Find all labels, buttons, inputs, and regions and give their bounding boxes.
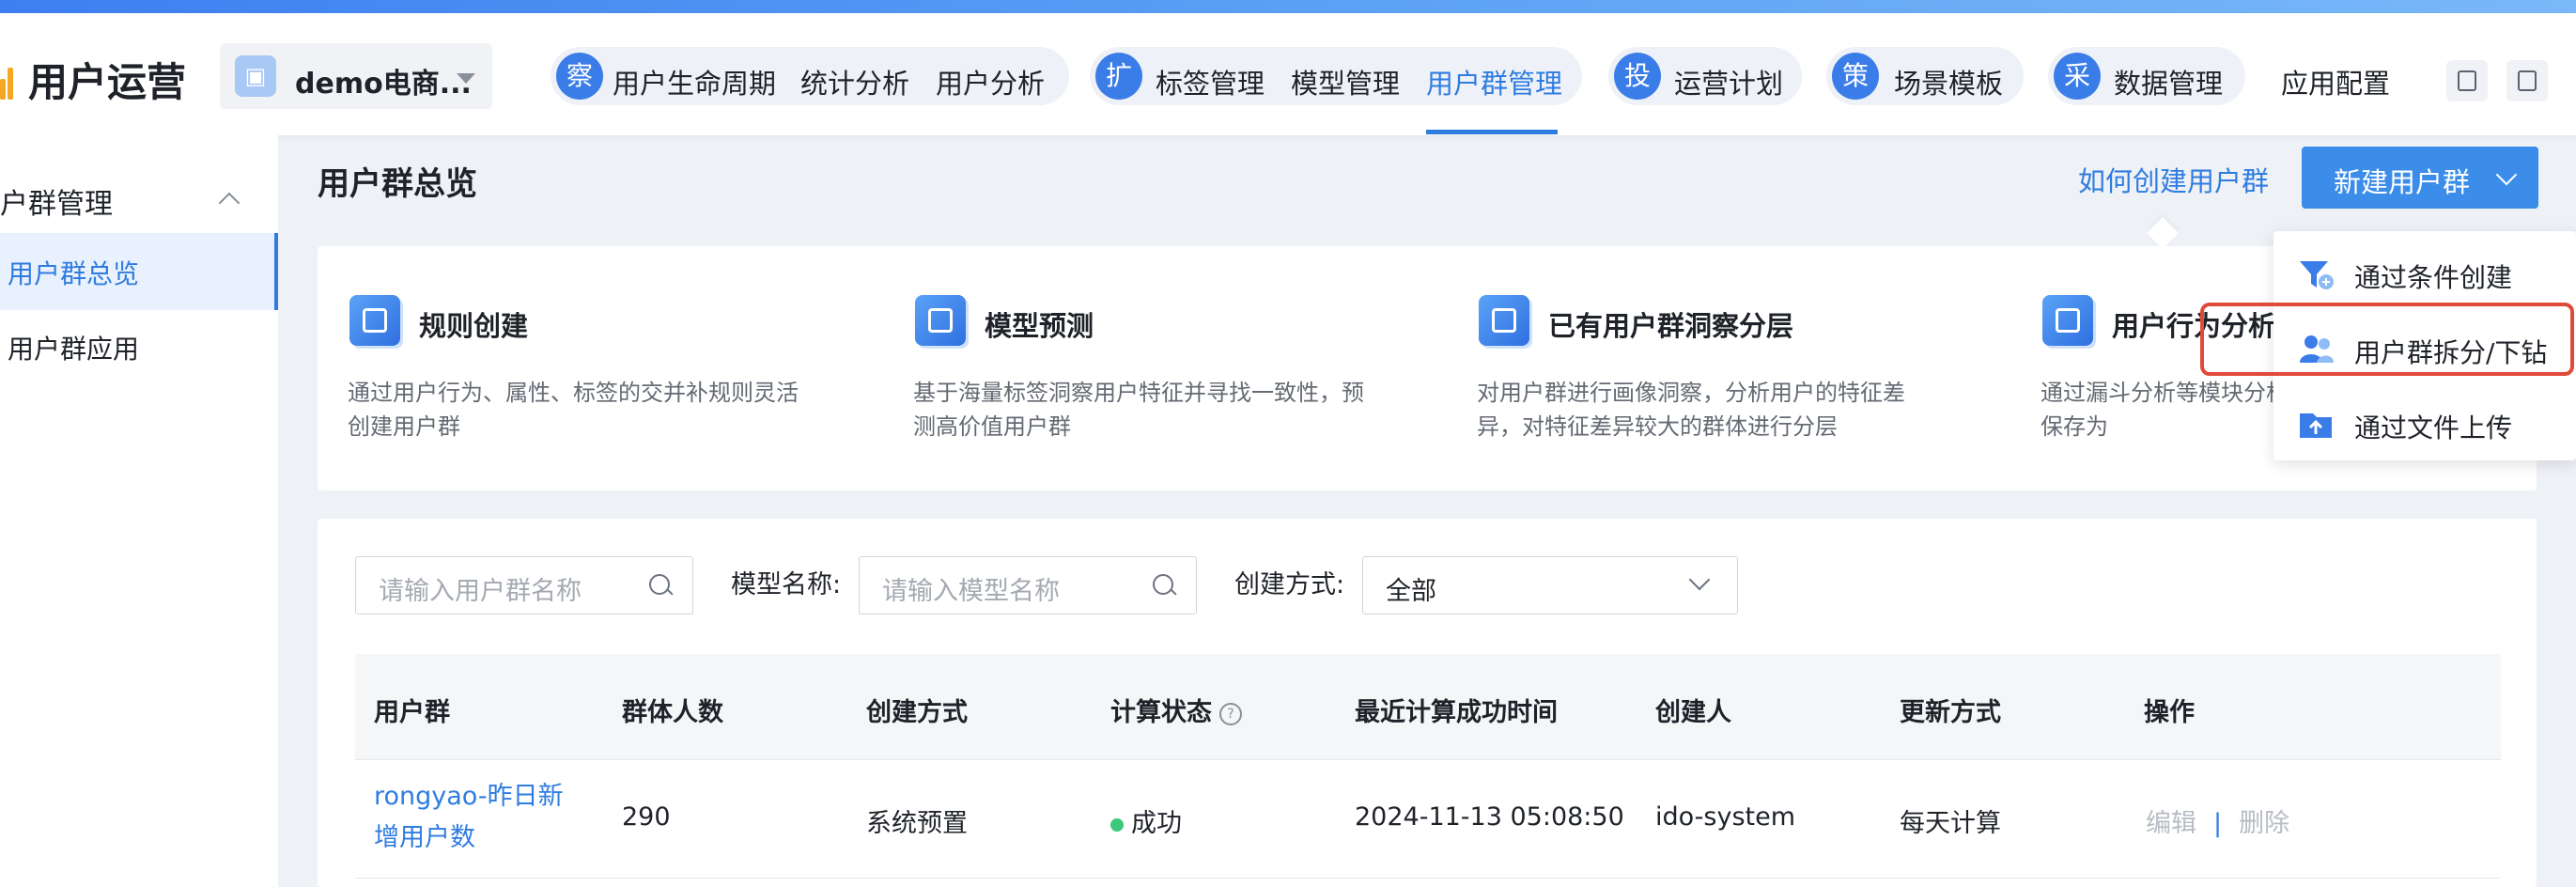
project-cube-icon: ▣ [235,55,276,97]
caret-down-icon [457,73,475,84]
rule-list-icon [349,295,400,346]
delete-button[interactable]: 删除 [2239,809,2289,838]
create-method-value: 全部 [1386,577,1436,606]
card-title: 模型预测 [985,310,1094,342]
project-selector[interactable]: ▣ demo电商... [220,43,492,109]
new-user-group-button[interactable]: 新建用户群 [2302,147,2538,209]
nav-link-models[interactable]: 模型管理 [1291,62,1400,101]
nav-group-observe: 察 用户生命周期 统计分析 用户分析 [551,47,1069,105]
card-desc: 对用户群进行画像洞察，分析用户的特征差异，对特征差异较大的群体进行分层 [1477,380,1905,440]
search-icon[interactable] [649,574,670,595]
project-name: demo电商... [295,68,472,101]
nav-link-lifecycle[interactable]: 用户生命周期 [613,62,776,101]
edit-button[interactable]: 编辑 [2146,809,2196,838]
nav-badge-expand: 扩 [1095,53,1142,100]
action-separator: | [2213,809,2223,838]
card-title: 规则创建 [419,310,529,342]
col-header-actions: 操作 [2144,698,2195,727]
top-accent-bar [0,0,2576,13]
nav-link-tags[interactable]: 标签管理 [1156,62,1265,101]
nav-group-expand: 扩 标签管理 模型管理 用户群管理 [1090,47,1582,105]
cell-last-success: 2024-11-13 05:08:50 [1355,802,1624,832]
model-search-placeholder: 请输入模型名称 [882,577,1060,606]
model-name-label: 模型名称: [731,570,842,599]
how-to-create-link[interactable]: 如何创建用户群 [2078,160,2269,199]
col-header-count: 群体人数 [622,698,723,727]
sidebar-item-overview[interactable]: 用户群总览 [8,254,139,291]
card-title: 已有用户群洞察分层 [1548,310,1794,342]
nav-link-ops-plan[interactable]: 运营计划 [1674,62,1783,101]
col-header-status-label: 计算状态 [1110,698,1212,727]
search-icon[interactable] [1153,574,1173,595]
sidebar-group-label[interactable]: 户群管理 [0,180,113,222]
nav-link-app-config[interactable]: 应用配置 [2281,62,2390,101]
highlight-annotation-box [2200,303,2574,376]
nav-link-user-analysis[interactable]: 用户分析 [936,62,1045,101]
create-method-label: 创建方式: [1234,570,1345,599]
table-header: 用户群 群体人数 创建方式 计算状态? 最近计算成功时间 创建人 更新方式 操作 [355,654,2501,760]
cell-update: 每天计算 [1900,809,2001,838]
status-success-dot [1110,817,1124,832]
create-method-select[interactable]: 全部 [1362,556,1738,615]
new-user-group-label: 新建用户群 [2334,166,2471,198]
group-search-placeholder: 请输入用户群名称 [379,577,582,606]
table-row: rongyao-昨日新增用户数 290 系统预置 成功 2024-11-13 0… [355,759,2501,879]
switch-app-icon[interactable] [2506,60,2548,101]
page-title: 用户群总览 [318,165,477,203]
nav-link-user-groups[interactable]: 用户群管理 [1426,62,1562,101]
sidebar: 户群管理 用户群总览 用户群应用 [0,135,278,887]
menu-item-label: 通过文件上传 [2354,412,2513,444]
card-desc: 通过用户行为、属性、标签的交并补规则灵活创建用户群 [348,380,799,440]
nav-group-collect: 采 数据管理 [2048,47,2245,105]
nav-link-statistics[interactable]: 统计分析 [800,62,909,101]
nav-badge-collect: 采 [2054,53,2101,100]
cell-creator: ido-system [1655,802,1796,832]
col-header-last-success: 最近计算成功时间 [1355,698,1558,727]
card-desc: 基于海量标签洞察用户特征并寻找一致性，预测高价值用户群 [913,380,1364,440]
group-name-link[interactable]: rongyao-昨日新增用户数 [374,776,581,859]
behavior-analysis-icon [2042,295,2093,346]
nav-link-data-management[interactable]: 数据管理 [2114,62,2223,101]
cell-status: 成功 [1110,802,1182,839]
nav-badge-strategy: 策 [1832,53,1879,100]
nav-link-scene-templates[interactable]: 场景模板 [1894,62,2003,101]
chevron-up-icon[interactable] [218,192,241,214]
menu-item-file-upload[interactable]: 通过文件上传 [2273,389,2576,464]
menu-item-label: 通过条件创建 [2354,262,2513,293]
chevron-down-icon [1688,568,1711,591]
folder-upload-icon [2300,413,2332,438]
document-icon[interactable] [2446,60,2488,101]
status-text: 成功 [1131,809,1182,838]
col-header-method: 创建方式 [866,698,968,727]
sidebar-item-application[interactable]: 用户群应用 [8,329,139,366]
nav-badge-observe: 察 [556,53,603,100]
nav-badge-deliver: 投 [1614,53,1661,100]
help-icon[interactable]: ? [1219,702,1242,725]
cell-method: 系统预置 [866,809,968,838]
chevron-down-icon [2495,163,2518,186]
col-header-creator: 创建人 [1655,698,1731,727]
nav-group-deliver: 投 运营计划 [1608,47,1802,105]
model-predict-icon [915,295,966,346]
app-title: 用户运营 [28,59,187,105]
sidebar-active-bar [274,233,278,310]
insight-layer-icon [1479,295,1529,346]
funnel-plus-icon [2300,261,2334,289]
col-header-update: 更新方式 [1900,698,2001,727]
dropdown-caret [2147,217,2179,249]
cell-count: 290 [622,802,671,832]
col-header-status: 计算状态? [1110,692,1242,728]
nav-group-strategy: 策 场景模板 [1826,47,2024,105]
nav-active-underline [1426,130,1558,134]
cell-actions: 编辑 | 删除 [2146,802,2289,839]
model-search-input[interactable]: 请输入模型名称 [859,556,1197,615]
app-logo-icon [0,60,15,100]
col-header-group: 用户群 [374,698,450,727]
top-header: 用户运营 ▣ demo电商... 察 用户生命周期 统计分析 用户分析 扩 标签… [0,13,2576,135]
group-search-input[interactable]: 请输入用户群名称 [355,556,693,615]
